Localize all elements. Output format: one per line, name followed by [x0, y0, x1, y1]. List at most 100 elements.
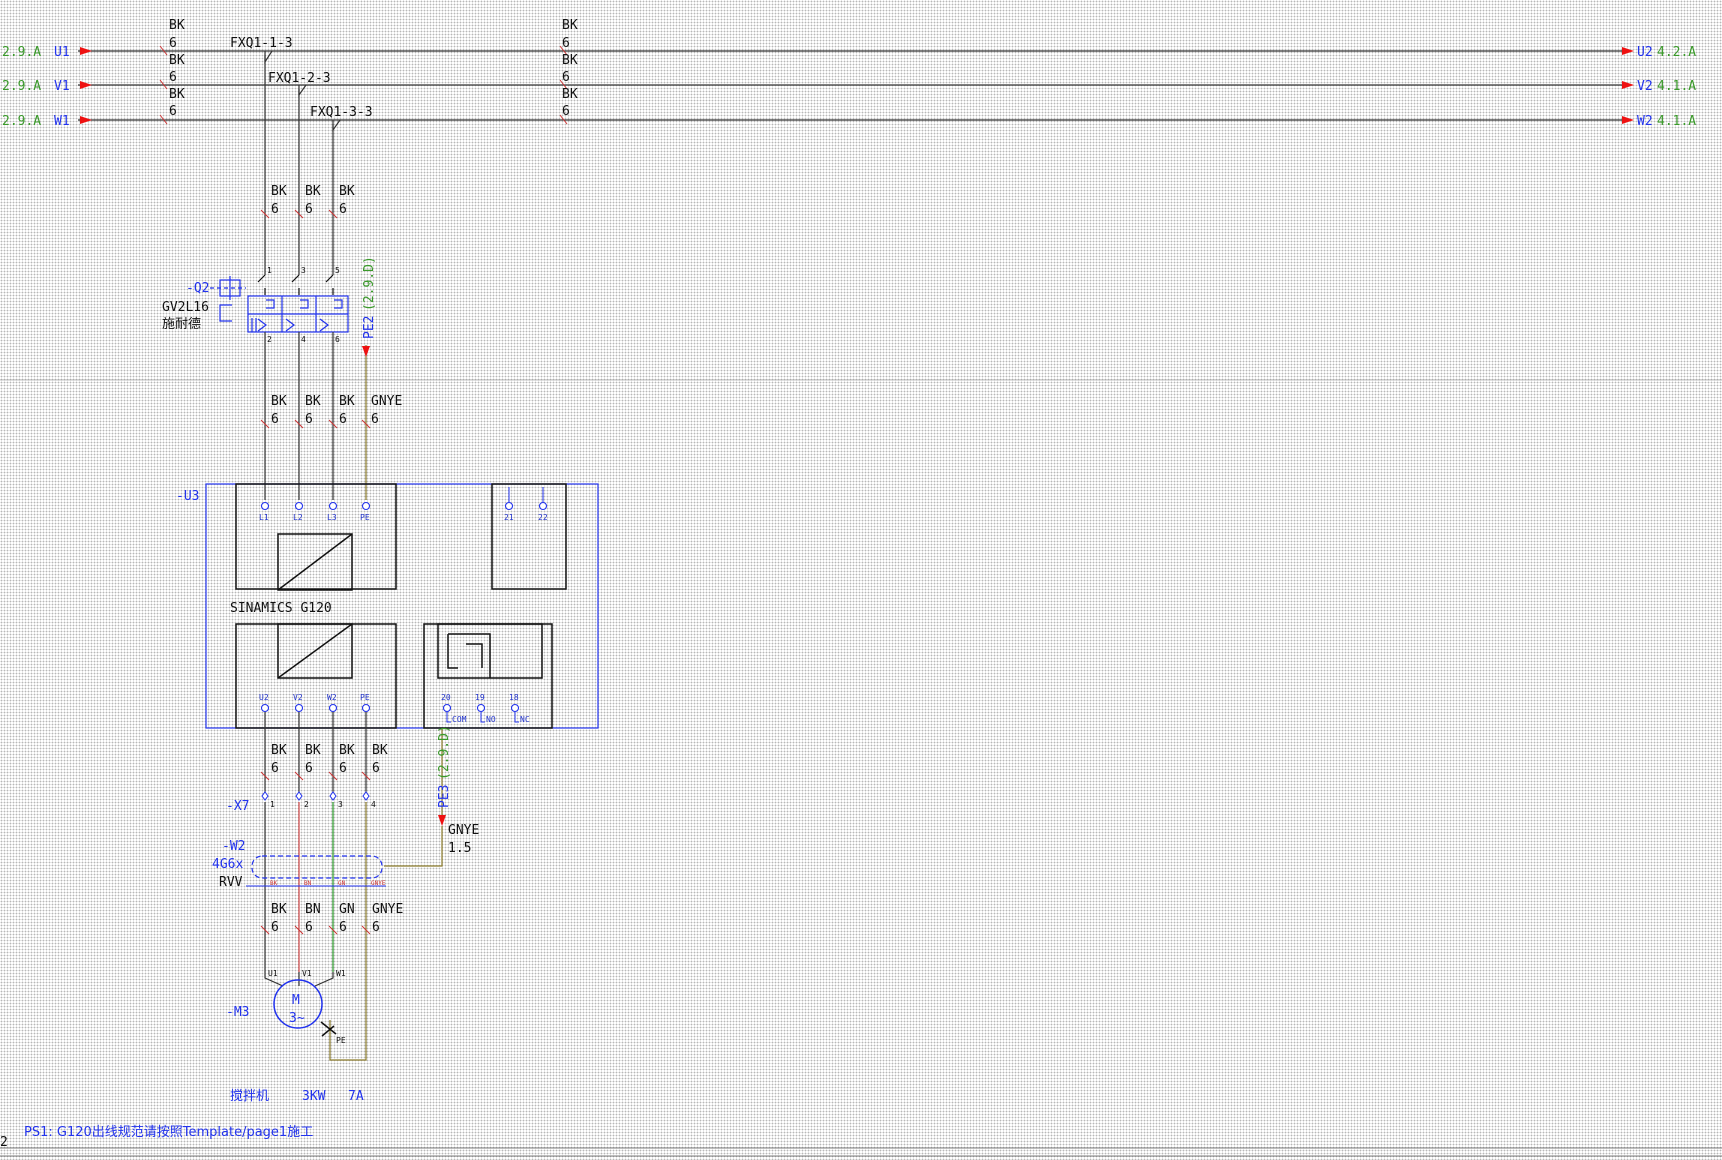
pe3-arrow	[438, 815, 446, 826]
page-number: 2	[0, 1135, 8, 1150]
bus-wire-color: BK	[169, 87, 185, 102]
offpage-out-sig-u[interactable]: U2	[1637, 45, 1653, 60]
bus-wire-size: 6	[562, 70, 570, 85]
u3-term-19: 19	[475, 693, 485, 702]
pe-wire-size: 6	[371, 412, 379, 427]
pe-wire-color: GNYE	[371, 394, 402, 409]
q2-out-wire-color: BK	[339, 394, 355, 409]
output-wire-pe-cable	[329, 802, 367, 1061]
offpage-out-sig-w[interactable]: W2	[1637, 114, 1653, 129]
x7-pin-2: 2	[304, 800, 309, 809]
w2-cable-symbol[interactable]	[251, 855, 383, 879]
offpage-in-sig-w[interactable]: W1	[54, 114, 70, 129]
cable-core-color-4: GNYE	[372, 902, 403, 917]
offpage-out-ref-w[interactable]: 4.1.A	[1657, 114, 1696, 129]
m3-term-u1: U1	[268, 969, 278, 978]
load-power: 3KW	[302, 1089, 326, 1104]
bus-wire-size: 6	[169, 104, 177, 119]
offpage-in-sig-v[interactable]: V1	[54, 79, 70, 94]
motor-symbol-phase: 3~	[289, 1011, 305, 1026]
bus-wire-color: BK	[562, 87, 578, 102]
pe2-arrow	[362, 346, 370, 357]
q2-pin-3: 3	[301, 266, 306, 275]
out-wire-size: 6	[271, 761, 279, 776]
w2-spec: 4G6x	[212, 857, 243, 872]
u3-term-pe-in: PE	[360, 513, 370, 522]
load-current: 7A	[348, 1089, 364, 1104]
u3-input-terminals	[260, 501, 548, 511]
cable-core-color-2: BN	[305, 902, 321, 917]
offpage-out-ref-v[interactable]: 4.1.A	[1657, 79, 1696, 94]
shield-wire-size: 1.5	[448, 841, 471, 856]
page-note: PS1: G120出线规范请按照Template/page1施工	[24, 1125, 313, 1140]
q2-pin-1: 1	[267, 266, 272, 275]
motor-m3-symbol[interactable]	[273, 979, 337, 1037]
w2-tag: -W2	[222, 839, 245, 854]
offpage-in-sig-u[interactable]: U1	[54, 45, 70, 60]
pe3-ref: (2.9.D)	[437, 725, 452, 780]
feeder-wire-color: BK	[305, 184, 321, 199]
m3-tag: -M3	[226, 1005, 249, 1020]
out-wire-size: 6	[305, 761, 313, 776]
feeder-wire-size: 6	[305, 202, 313, 217]
u3-term-20: 20	[441, 693, 451, 702]
bus-wire-size: 6	[169, 70, 177, 85]
shield-wire-color: GNYE	[448, 823, 479, 838]
offpage-in-ref-w[interactable]: 2.9.A	[2, 114, 41, 129]
out-wire-color: BK	[372, 743, 388, 758]
q2-model: GV2L16	[162, 300, 209, 315]
w2-core-1: BK	[270, 880, 278, 887]
cable-core-size-3: 6	[339, 920, 347, 935]
cable-core-size-1: 6	[271, 920, 279, 935]
w2-core-2: BN	[304, 880, 312, 887]
offpage-out-ref-u[interactable]: 4.2.A	[1657, 45, 1696, 60]
w2-type: RVV	[219, 875, 243, 890]
offpage-in-ref-v[interactable]: 2.9.A	[2, 79, 41, 94]
q2-breaker-symbol[interactable]	[210, 274, 349, 333]
q2-out-wire-size: 6	[271, 412, 279, 427]
bus-wire-size: 6	[169, 36, 177, 51]
u3-term-18: 18	[509, 693, 519, 702]
offpage-out-sig-v[interactable]: V2	[1637, 79, 1653, 94]
x7-terminal-strip[interactable]	[261, 791, 370, 801]
u3-term-21: 21	[504, 513, 514, 522]
offpage-in-ref-u[interactable]: 2.9.A	[2, 45, 41, 60]
cable-core-color-3: GN	[339, 902, 355, 917]
fxq-label-2: FXQ1-2-3	[268, 71, 331, 86]
bus-wire-color: BK	[169, 53, 185, 68]
q2-pin-4: 4	[301, 335, 306, 344]
u3-relay-no: NO	[486, 715, 496, 724]
q2-tag: -Q2	[186, 281, 209, 296]
q2-pin-5: 5	[335, 266, 340, 275]
w2-core-4: GNYE	[371, 880, 386, 887]
x7-pin-1: 1	[270, 800, 275, 809]
motor-symbol-m: M	[292, 993, 300, 1008]
u3-tag: -U3	[176, 489, 199, 504]
feeder-wire-size: 6	[271, 202, 279, 217]
u3-input-stubs	[508, 487, 544, 502]
pe2-ref: (2.9.D)	[362, 256, 377, 311]
pe2-tag: PE2	[362, 316, 377, 339]
out-wire-size: 6	[339, 761, 347, 776]
load-name: 搅拌机	[230, 1088, 269, 1104]
bus-wire-color: BK	[169, 18, 185, 33]
q2-out-wire-color: BK	[305, 394, 321, 409]
out-wire-color: BK	[339, 743, 355, 758]
feeder-wire-color: BK	[339, 184, 355, 199]
fxq-label-1: FXQ1-1-3	[230, 36, 293, 51]
u3-term-v2: V2	[293, 693, 303, 702]
m3-term-v1: V1	[302, 969, 312, 978]
u3-term-w2: W2	[327, 693, 337, 702]
fxq-label-3: FXQ1-3-3	[310, 105, 373, 120]
cable-core-size-2: 6	[305, 920, 313, 935]
u3-output-terminals	[260, 703, 520, 713]
pe2-reference[interactable]: PE2 (2.9.D)	[362, 256, 377, 339]
x7-pin-4: 4	[371, 800, 376, 809]
u3-term-l1: L1	[259, 513, 269, 522]
pe3-reference[interactable]: PE3 (2.9.D)	[437, 725, 452, 808]
bus-wire-size: 6	[562, 36, 570, 51]
u3-term-22: 22	[538, 513, 548, 522]
bus-wire-color: BK	[562, 53, 578, 68]
out-wire-size: 6	[372, 761, 380, 776]
q2-out-wire-color: BK	[271, 394, 287, 409]
